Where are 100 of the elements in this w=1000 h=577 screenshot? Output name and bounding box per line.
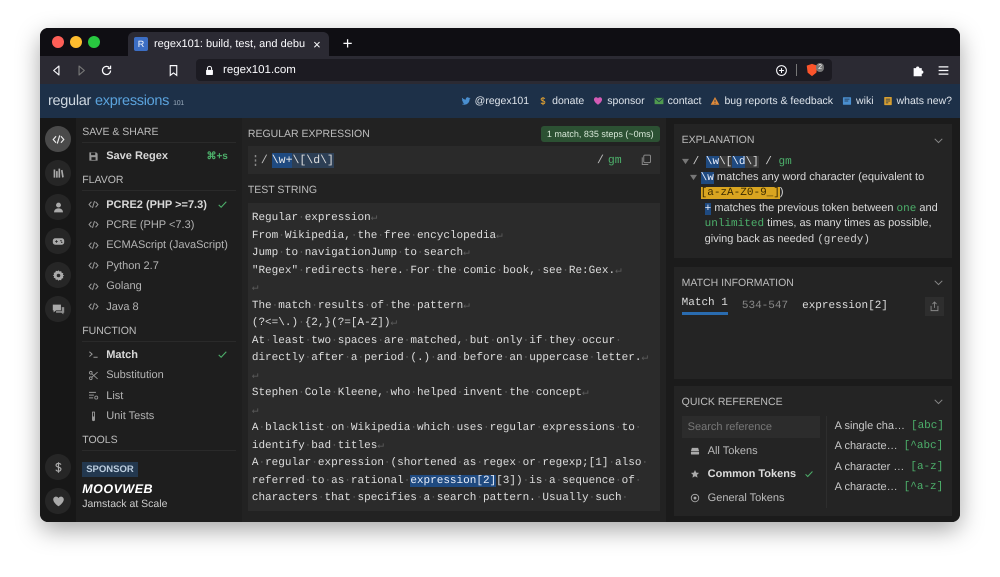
text-line: ↵ [252,281,260,296]
favicon: R [134,37,148,51]
section-heading: FLAVOR [82,172,236,192]
window-zoom-button[interactable] [88,36,100,48]
tab-title: regex101: build, test, and debu [154,38,306,50]
code-icon [88,199,100,210]
token-description[interactable]: A characte… [834,440,898,452]
sidebar-item[interactable]: List [82,386,236,406]
token-description[interactable]: A character … [834,460,904,473]
code-icon [52,132,65,146]
lock-icon [204,64,215,76]
header-link[interactable]: @regex101 [474,95,530,107]
terminal-icon [88,349,100,360]
header-link[interactable]: wiki [856,95,874,107]
section-heading: REGULAR EXPRESSION [248,128,370,140]
regex-expression: \w+\[\d\] [272,154,334,166]
bookmark-button[interactable] [167,64,180,76]
search-field[interactable]: Search reference [682,416,820,438]
sidebar-item[interactable]: PCRE (PHP <7.3) [82,214,236,236]
shortcut-label: ⌘+s [206,150,228,162]
star-icon [690,469,700,480]
code-icon [88,280,100,292]
logo-text: expressions [95,93,170,109]
new-tab-button[interactable]: + [342,35,353,52]
reference-category[interactable]: General Tokens [682,488,820,508]
sidebar-item[interactable]: Python 2.7 [82,256,236,276]
sidebar-tab-button[interactable] [45,488,72,514]
test-string-field[interactable] [248,203,660,511]
header-link[interactable]: donate [552,95,584,107]
token-syntax: [abc] [910,420,944,432]
sidebar-item[interactable]: Save Regex ⌘+s [82,146,236,166]
code-icon [88,301,100,312]
section-heading: TEST STRING [248,184,318,196]
sidebar-tab-button[interactable] [45,262,72,288]
window-minimize-button[interactable] [70,36,82,48]
menu-button[interactable] [937,64,950,76]
text-line: directly·after·a·period·(.)·and·before·an·uppercase·letter.↵ [252,351,650,366]
token-syntax: [^abc] [904,440,944,452]
drag-handle-icon [254,154,257,166]
text-line: ↵ [252,368,260,384]
delimiter-text: / [260,154,268,166]
text-line: Stephen·Cole·Kleene,·who·helped·invent·the·concept↵ [252,386,590,401]
reload-button[interactable] [100,64,113,76]
check-icon [804,469,814,480]
stack-icon [690,446,700,456]
code-icon [88,219,100,230]
text-line: (?<=\.)·{2,}(?=[A-Z])↵ [252,316,398,331]
tab-close-button[interactable]: × [311,38,323,50]
expand-toggle-icon[interactable] [682,158,689,165]
text-line: Jump·to·navigationJump·to·search↵ [252,246,471,261]
check-icon [216,349,228,360]
section-heading: MATCH INFORMATION [682,276,794,289]
check-icon [216,199,228,210]
sidebar-tab-button[interactable] [45,454,72,480]
explanation-text: \w matches any word character (equivalent to [a-zA-Z0-9_]) [700,170,926,201]
sidebar-item[interactable]: Substitution [82,365,236,386]
share-icon [929,300,940,312]
regex-flags[interactable]: gm [608,154,622,166]
save-icon [88,150,100,162]
window-close-button[interactable] [52,36,64,48]
section-heading: SAVE & SHARE [82,124,236,143]
sidebar-item[interactable]: ECMAScript (JavaScript) [82,235,236,256]
sidebar-item[interactable]: Java 8 [82,296,236,317]
browser-tab[interactable]: R regex101: build, test, and debu × [128,32,329,56]
expand-toggle-icon[interactable] [690,174,697,181]
settings-icon [52,268,65,282]
sponsor-logo[interactable]: MOOVWEB [82,482,236,496]
sidebar-item[interactable]: Golang [82,276,236,296]
text-line: A·regular·expression·(shortened·as·regex·or·regexp;[1]·also· [252,456,650,471]
sidebar-tab-button[interactable] [45,160,72,186]
sponsor-tagline: Jamstack at Scale [82,498,168,510]
sidebar-tab-button[interactable] [45,194,72,220]
regex-input-field[interactable]: / \w+\[\d\] / gm [248,146,660,174]
sidebar-item[interactable]: Unit Tests [82,406,236,426]
header-link[interactable]: whats new? [896,95,952,107]
text-line: "Regex"·redirects·here.·For·the·comic·book,·see·Re:Gex.↵ [252,264,623,278]
sidebar-tab-button[interactable] [45,228,72,254]
token-description[interactable]: A single cha… [834,420,905,432]
text-line: Regular·expression↵ [252,211,378,226]
copy-icon[interactable] [640,154,652,166]
header-link[interactable]: bug reports & feedback [724,95,834,107]
sidebar-tab-button[interactable] [45,126,72,152]
header-link[interactable]: contact [668,95,702,107]
sidebar-tab-button[interactable] [45,296,72,322]
token-syntax: [^a-z] [904,481,944,494]
extensions-button[interactable] [912,64,925,76]
export-button[interactable] [925,296,944,316]
code-icon [88,260,100,272]
add-button[interactable] [775,64,788,76]
reference-category[interactable]: Common Tokens [682,464,820,484]
header-link[interactable]: sponsor [607,95,645,107]
sidebar-item[interactable]: PCRE2 (PHP >=7.3) [82,194,236,215]
match-tab[interactable]: Match 1 [682,297,728,316]
match-range: 534-547 [742,300,788,312]
url-text: regex101.com [223,64,297,76]
reference-category[interactable]: All Tokens [682,440,820,461]
sidebar-item[interactable]: Match [82,344,236,366]
section-heading: EXPLANATION [682,134,754,146]
token-description[interactable]: A characte… [834,481,898,494]
text-line: The·match·results·of·the·pattern↵ [252,298,471,314]
